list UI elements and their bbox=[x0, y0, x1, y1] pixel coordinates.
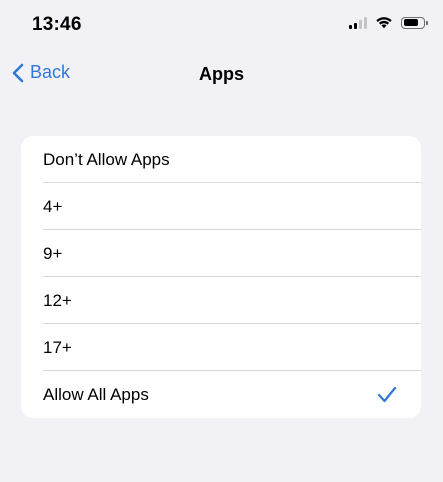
option-label: 4+ bbox=[43, 196, 63, 216]
battery-icon bbox=[401, 16, 428, 29]
checkmark-icon bbox=[377, 386, 397, 403]
option-label: Allow All Apps bbox=[43, 384, 149, 404]
option-12-plus[interactable]: 12+ bbox=[21, 277, 421, 324]
options-list: Don’t Allow Apps 4+ 9+ 12+ 17+ Allow All… bbox=[21, 136, 421, 418]
option-9-plus[interactable]: 9+ bbox=[21, 230, 421, 277]
option-label: 9+ bbox=[43, 243, 63, 263]
option-allow-all-apps[interactable]: Allow All Apps bbox=[21, 371, 421, 418]
signal-icon bbox=[349, 16, 367, 29]
wifi-icon bbox=[376, 17, 392, 29]
option-dont-allow-apps[interactable]: Don’t Allow Apps bbox=[21, 136, 421, 183]
navigation-bar: Back Apps bbox=[0, 52, 443, 98]
status-time: 13:46 bbox=[32, 14, 82, 35]
page-title: Apps bbox=[199, 64, 244, 84]
option-label: Don’t Allow Apps bbox=[43, 149, 170, 169]
option-label: 17+ bbox=[43, 337, 72, 357]
option-17-plus[interactable]: 17+ bbox=[21, 324, 421, 371]
status-bar: 13:46 bbox=[0, 0, 443, 52]
option-4-plus[interactable]: 4+ bbox=[21, 183, 421, 230]
option-label: 12+ bbox=[43, 290, 72, 310]
status-icons bbox=[349, 16, 428, 29]
